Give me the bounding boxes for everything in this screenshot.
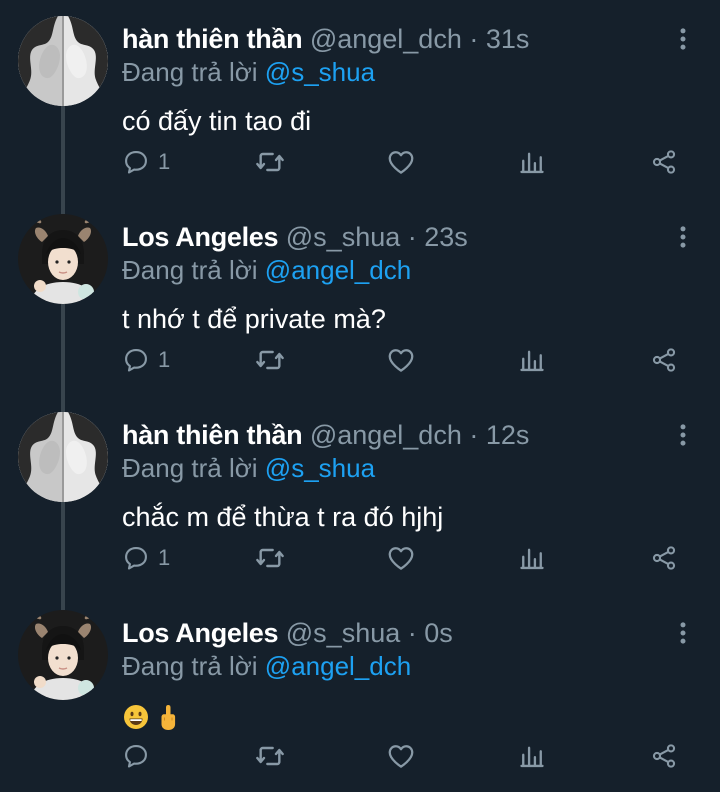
timestamp[interactable]: · 31s bbox=[469, 24, 529, 54]
deer-ears-portrait-avatar[interactable] bbox=[18, 214, 108, 304]
tweet[interactable]: hàn thiên thần @angel_dch · 12s Đang trả… bbox=[0, 396, 720, 594]
reply-button[interactable]: 1 bbox=[122, 538, 170, 578]
tweet-text bbox=[122, 698, 178, 732]
retweet-button[interactable] bbox=[254, 736, 286, 776]
tweet-header: hàn thiên thần @angel_dch · 12s bbox=[122, 418, 529, 452]
handle[interactable]: @s_shua bbox=[286, 618, 400, 648]
share-button[interactable] bbox=[650, 340, 678, 380]
tweet[interactable]: Los Angeles @s_shua · 23s Đang trả lời @… bbox=[0, 198, 720, 396]
heart-icon bbox=[386, 147, 416, 177]
share-icon bbox=[650, 544, 678, 572]
reply-button[interactable]: 1 bbox=[122, 142, 170, 182]
share-icon bbox=[650, 346, 678, 374]
retweet-icon bbox=[254, 542, 286, 574]
display-name[interactable]: Los Angeles bbox=[122, 222, 279, 252]
reply-icon bbox=[122, 346, 150, 374]
handle[interactable]: @s_shua bbox=[286, 222, 400, 252]
like-button[interactable] bbox=[386, 340, 416, 380]
display-name[interactable]: hàn thiên thần bbox=[122, 420, 303, 450]
share-button[interactable] bbox=[650, 736, 678, 776]
mention-link[interactable]: @s_shua bbox=[265, 453, 375, 483]
tweet[interactable]: Los Angeles @s_shua · 0s Đang trả lời @a… bbox=[0, 594, 720, 792]
timestamp[interactable]: · 0s bbox=[408, 618, 453, 648]
handle[interactable]: @angel_dch bbox=[310, 24, 462, 54]
deer-ears-portrait-avatar[interactable] bbox=[18, 610, 108, 700]
like-button[interactable] bbox=[386, 736, 416, 776]
tweet-actions bbox=[0, 736, 720, 776]
replying-to-label: Đang trả lời bbox=[122, 651, 258, 681]
retweet-button[interactable] bbox=[254, 142, 286, 182]
display-name[interactable]: Los Angeles bbox=[122, 618, 279, 648]
timestamp[interactable]: · 23s bbox=[408, 222, 468, 252]
analytics-button[interactable] bbox=[518, 340, 546, 380]
analytics-button[interactable] bbox=[518, 142, 546, 182]
analytics-button[interactable] bbox=[518, 736, 546, 776]
display-name[interactable]: hàn thiên thần bbox=[122, 24, 303, 54]
thread-connector-line bbox=[61, 502, 65, 610]
tweet-text: t nhớ t để private mà? bbox=[122, 304, 386, 334]
share-button[interactable] bbox=[650, 142, 678, 182]
analytics-icon bbox=[518, 742, 546, 770]
share-button[interactable] bbox=[650, 538, 678, 578]
tweet-actions: 1 bbox=[0, 538, 720, 578]
reply-icon bbox=[122, 148, 150, 176]
tweet-header: hàn thiên thần @angel_dch · 31s bbox=[122, 22, 529, 56]
retweet-icon bbox=[254, 344, 286, 376]
mention-link[interactable]: @angel_dch bbox=[265, 651, 411, 681]
replying-to: Đang trả lời @angel_dch bbox=[122, 649, 411, 683]
replying-to-label: Đang trả lời bbox=[122, 57, 258, 87]
replying-to-label: Đang trả lời bbox=[122, 453, 258, 483]
tweet-text: chắc m để thừa t ra đó hjhj bbox=[122, 502, 444, 532]
heart-icon bbox=[386, 741, 416, 771]
more-vertical-icon[interactable] bbox=[668, 24, 698, 54]
reply-button[interactable]: 1 bbox=[122, 340, 170, 380]
conversation-thread: hàn thiên thần @angel_dch · 31s Đang trả… bbox=[0, 0, 720, 782]
reply-icon bbox=[122, 742, 150, 770]
mention-link[interactable]: @angel_dch bbox=[265, 255, 411, 285]
replying-to: Đang trả lời @angel_dch bbox=[122, 253, 411, 287]
share-icon bbox=[650, 148, 678, 176]
grinning-face-emoji bbox=[122, 703, 150, 731]
reply-count: 1 bbox=[158, 347, 171, 372]
replying-to: Đang trả lời @s_shua bbox=[122, 55, 375, 89]
tweet-actions: 1 bbox=[0, 340, 720, 380]
tweet-text: có đấy tin tao đi bbox=[122, 106, 312, 136]
analytics-icon bbox=[518, 346, 546, 374]
more-vertical-icon[interactable] bbox=[668, 618, 698, 648]
mention-link[interactable]: @s_shua bbox=[265, 57, 375, 87]
replying-to: Đang trả lời @s_shua bbox=[122, 451, 375, 485]
analytics-icon bbox=[518, 148, 546, 176]
more-vertical-icon[interactable] bbox=[668, 420, 698, 450]
handle[interactable]: @angel_dch bbox=[310, 420, 462, 450]
tweet-header: Los Angeles @s_shua · 0s bbox=[122, 616, 453, 650]
mirror-portrait-avatar[interactable] bbox=[18, 16, 108, 106]
reply-button[interactable] bbox=[122, 736, 150, 776]
middle-finger-emoji bbox=[158, 703, 178, 731]
tweet[interactable]: hàn thiên thần @angel_dch · 31s Đang trả… bbox=[0, 0, 720, 214]
replying-to-label: Đang trả lời bbox=[122, 255, 258, 285]
reply-count: 1 bbox=[158, 149, 171, 174]
retweet-icon bbox=[254, 146, 286, 178]
retweet-button[interactable] bbox=[254, 538, 286, 578]
analytics-icon bbox=[518, 544, 546, 572]
heart-icon bbox=[386, 345, 416, 375]
reply-icon bbox=[122, 544, 150, 572]
thread-connector-line bbox=[61, 304, 65, 412]
reply-count: 1 bbox=[158, 545, 171, 570]
tweet-header: Los Angeles @s_shua · 23s bbox=[122, 220, 468, 254]
retweet-icon bbox=[254, 740, 286, 772]
heart-icon bbox=[386, 543, 416, 573]
tweet-actions: 1 bbox=[0, 142, 720, 182]
timestamp[interactable]: · 12s bbox=[469, 420, 529, 450]
like-button[interactable] bbox=[386, 538, 416, 578]
more-vertical-icon[interactable] bbox=[668, 222, 698, 252]
mirror-portrait-avatar[interactable] bbox=[18, 412, 108, 502]
retweet-button[interactable] bbox=[254, 340, 286, 380]
analytics-button[interactable] bbox=[518, 538, 546, 578]
share-icon bbox=[650, 742, 678, 770]
like-button[interactable] bbox=[386, 142, 416, 182]
